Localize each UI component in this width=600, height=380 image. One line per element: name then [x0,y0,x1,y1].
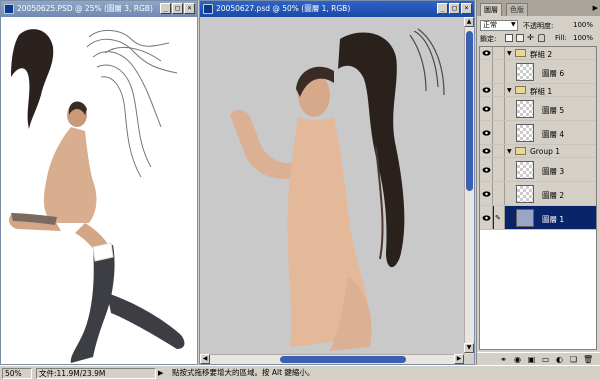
adjustment-icon[interactable]: ◐ [555,355,564,364]
lock-all-icon[interactable] [538,34,545,42]
eye-icon[interactable] [482,148,491,154]
layer-thumbnail [516,124,534,142]
fill-value[interactable]: 100% [573,34,593,42]
layer-name: 圖層 1 [542,215,565,224]
left-window-title: 20050625.PSD @ 25% (圖層 3, RGB) [17,4,153,13]
eye-icon[interactable] [482,50,491,56]
folder-icon [515,147,526,155]
info-menu-arrow-icon[interactable]: ▶ [158,369,163,377]
left-canvas-artwork [9,29,185,363]
scroll-up-arrow[interactable]: ▲ [464,17,474,27]
layer-name: Group 1 [530,147,560,156]
left-window-titlebar[interactable]: 20050625.PSD @ 25% (圖層 3, RGB) _ □ × [1,1,197,17]
tab-channels[interactable]: 色版 [506,3,528,16]
eye-icon[interactable] [482,87,491,93]
minimize-button[interactable]: _ [160,3,171,14]
photoshop-doc-icon [203,4,213,14]
layer-style-icon[interactable]: ◉ [513,355,522,364]
close-button[interactable]: × [461,3,472,14]
chevron-down-icon[interactable]: ▼ [511,21,516,28]
eye-icon[interactable] [482,106,491,112]
horizontal-scroll-thumb[interactable] [280,356,406,363]
left-document-window[interactable]: 20050625.PSD @ 25% (圖層 3, RGB) _ □ × [0,0,198,365]
eye-icon[interactable] [482,215,491,221]
main-document-window[interactable]: 20050627.psd @ 50% (圖層 1, RGB) _ □ × ▲ ▼… [199,0,475,365]
layer-row[interactable]: 圖層 5 [480,97,596,121]
new-layer-icon[interactable]: ❏ [569,355,578,364]
photoshop-doc-icon [4,4,14,14]
mask-icon[interactable]: ▣ [527,355,536,364]
layer-group-row[interactable]: ▼ 群組 2 [480,47,596,60]
maximize-button[interactable]: □ [172,3,183,14]
layer-name: 圖層 5 [542,106,565,115]
expand-triangle-icon[interactable]: ▼ [507,148,512,155]
fill-label: Fill: [555,34,567,42]
scroll-down-arrow[interactable]: ▼ [464,343,474,353]
layer-row-selected[interactable]: ✎ 圖層 1 [480,206,596,230]
layers-list[interactable]: ▼ 群組 2 圖層 6 ▼ 群組 1 圖層 5 圖層 4 ▼ Group 1 圖… [479,46,597,350]
tab-layers[interactable]: 圖層 [480,3,502,16]
layer-thumbnail [516,161,534,179]
main-window-titlebar[interactable]: 20050627.psd @ 50% (圖層 1, RGB) _ □ × [200,1,474,17]
layer-thumbnail [516,100,534,118]
eye-icon[interactable] [482,191,491,197]
layer-row[interactable]: 圖層 6 [480,60,596,84]
left-canvas[interactable] [1,17,197,364]
layer-thumbnail [516,185,534,203]
tool-hint-text: 點按式拖移要增大的區域。按 Alt 鍵縮小。 [172,368,315,377]
expand-triangle-icon[interactable]: ▼ [507,87,512,94]
opacity-value[interactable]: 100% [573,21,593,29]
main-horizontal-scrollbar[interactable]: ◀ ▶ [200,354,464,364]
layer-group-row[interactable]: ▼ Group 1 [480,145,596,158]
trash-icon[interactable]: 🗑 [583,355,593,364]
folder-icon [515,86,526,94]
link-icon[interactable]: ⚭ [499,355,508,364]
close-button[interactable]: × [184,3,195,14]
expand-triangle-icon[interactable]: ▼ [507,50,512,57]
palette-bottom-bar: ⚭ ◉ ▣ ▭ ◐ ❏ 🗑 [477,352,600,365]
lock-paint-icon[interactable] [516,34,524,42]
layer-thumbnail [516,63,534,81]
layer-row[interactable]: 圖層 3 [480,158,596,182]
brush-icon: ✎ [495,214,501,222]
main-canvas[interactable] [200,17,464,354]
zoom-field[interactable]: 50% [2,368,32,379]
scroll-right-arrow[interactable]: ▶ [454,354,464,364]
layer-thumbnail [516,209,534,227]
new-set-icon[interactable]: ▭ [541,355,550,364]
layer-row[interactable]: 圖層 2 [480,182,596,206]
layer-name: 群組 1 [530,87,553,96]
opacity-label: 不透明度: [523,22,554,30]
palette-tab-bar: 圖層 色版 ▶ [477,0,600,16]
scroll-left-arrow[interactable]: ◀ [200,354,210,364]
lock-move-icon[interactable]: ✛ [527,34,534,42]
main-window-title: 20050627.psd @ 50% (圖層 1, RGB) [216,4,351,13]
layer-row[interactable]: 圖層 4 [480,121,596,145]
layer-name: 圖層 6 [542,69,565,78]
layer-name: 圖層 3 [542,167,565,176]
lock-transparency-icon[interactable] [505,34,513,42]
document-size-info[interactable]: 文件:11.9M/23.9M [36,368,156,379]
layers-palette[interactable]: 圖層 色版 ▶ 正常 ▼ 不透明度: 100% 鎖定: ✛ Fill: 100%… [476,0,600,365]
eye-icon[interactable] [482,167,491,173]
layer-name: 圖層 4 [542,130,565,139]
lock-label: 鎖定: [480,35,497,43]
eye-icon[interactable] [482,130,491,136]
layer-name: 群組 2 [530,50,553,59]
layer-group-row[interactable]: ▼ 群組 1 [480,84,596,97]
maximize-button[interactable]: □ [449,3,460,14]
folder-icon [515,49,526,57]
main-canvas-artwork [230,28,445,351]
main-vertical-scrollbar[interactable]: ▲ ▼ [464,17,474,354]
palette-menu-arrow-icon[interactable]: ▶ [593,4,598,12]
status-bar: 50% 文件:11.9M/23.9M ▶ 點按式拖移要增大的區域。按 Alt 鍵… [0,365,600,380]
minimize-button[interactable]: _ [437,3,448,14]
layer-name: 圖層 2 [542,191,565,200]
vertical-scroll-thumb[interactable] [466,31,473,191]
